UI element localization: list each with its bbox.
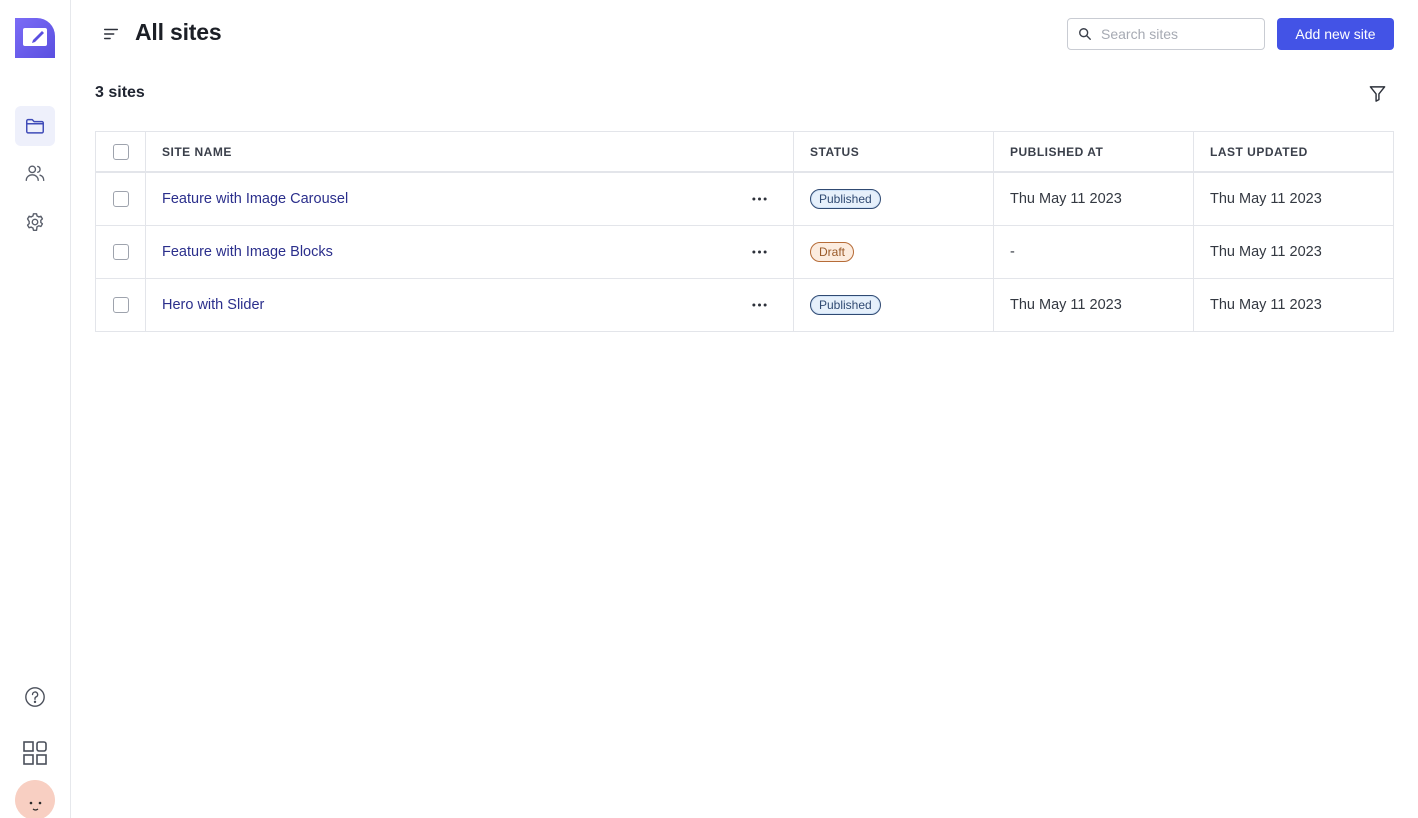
page-title: All sites xyxy=(135,19,222,45)
published-at: Thu May 11 2023 xyxy=(1010,191,1122,207)
row-more-button[interactable] xyxy=(749,189,769,209)
apps-grid-icon xyxy=(23,741,47,765)
published-at: - xyxy=(1010,244,1015,260)
site-name-link[interactable]: Feature with Image Blocks xyxy=(162,244,333,260)
menu-lines-icon xyxy=(103,28,119,40)
column-header-last-updated[interactable]: LAST UPDATED xyxy=(1194,132,1393,171)
row-checkbox[interactable] xyxy=(112,191,129,207)
column-header-published-at[interactable]: PUBLISHED AT xyxy=(994,132,1194,171)
search-box[interactable] xyxy=(1067,18,1265,50)
row-checkbox[interactable] xyxy=(112,244,129,260)
table-row: Hero with Slider Published Thu May 11 20… xyxy=(96,279,1393,332)
column-header-site-name[interactable]: SITE NAME xyxy=(146,132,794,171)
add-new-site-button[interactable]: Add new site xyxy=(1277,18,1394,50)
filter-button[interactable] xyxy=(1366,82,1388,104)
apps-grid-button[interactable] xyxy=(15,733,55,773)
status-badge: Draft xyxy=(810,242,855,262)
column-header-status[interactable]: STATUS xyxy=(794,132,994,171)
gear-icon xyxy=(26,213,44,231)
select-all-checkbox[interactable] xyxy=(112,143,129,160)
last-updated: Thu May 11 2023 xyxy=(1210,297,1322,313)
sites-table: SITE NAME STATUS PUBLISHED AT LAST UPDAT… xyxy=(95,131,1394,332)
row-checkbox[interactable] xyxy=(112,297,129,313)
sidebar-item-users[interactable] xyxy=(15,153,55,193)
users-icon xyxy=(25,165,45,182)
row-more-button[interactable] xyxy=(749,295,769,315)
sidebar-item-sites[interactable] xyxy=(15,106,55,146)
filter-icon xyxy=(1369,85,1385,102)
folder-icon xyxy=(26,118,44,134)
help-button[interactable] xyxy=(15,677,55,717)
more-horizontal-icon xyxy=(751,303,767,307)
site-name-link[interactable]: Hero with Slider xyxy=(162,297,264,313)
more-horizontal-icon xyxy=(751,250,767,254)
search-input[interactable] xyxy=(1101,26,1251,42)
search-icon xyxy=(1079,28,1091,40)
last-updated: Thu May 11 2023 xyxy=(1210,191,1322,207)
sidebar xyxy=(0,0,71,818)
avatar[interactable] xyxy=(15,780,55,818)
last-updated: Thu May 11 2023 xyxy=(1210,244,1322,260)
status-badge: Published xyxy=(810,189,881,209)
more-horizontal-icon xyxy=(751,197,767,201)
menu-toggle-button[interactable] xyxy=(100,23,122,45)
table-row: Feature with Image Carousel Published Th… xyxy=(96,173,1393,226)
site-name-link[interactable]: Feature with Image Carousel xyxy=(162,191,348,207)
help-icon xyxy=(25,687,45,707)
row-more-button[interactable] xyxy=(749,242,769,262)
published-at: Thu May 11 2023 xyxy=(1010,297,1122,313)
status-badge: Published xyxy=(810,295,881,315)
sites-count: 3 sites xyxy=(95,84,145,101)
sidebar-item-settings[interactable] xyxy=(15,202,55,242)
table-header-row: SITE NAME STATUS PUBLISHED AT LAST UPDAT… xyxy=(96,132,1393,173)
app-logo-icon[interactable] xyxy=(15,18,55,58)
table-row: Feature with Image Blocks Draft - Thu Ma… xyxy=(96,226,1393,279)
